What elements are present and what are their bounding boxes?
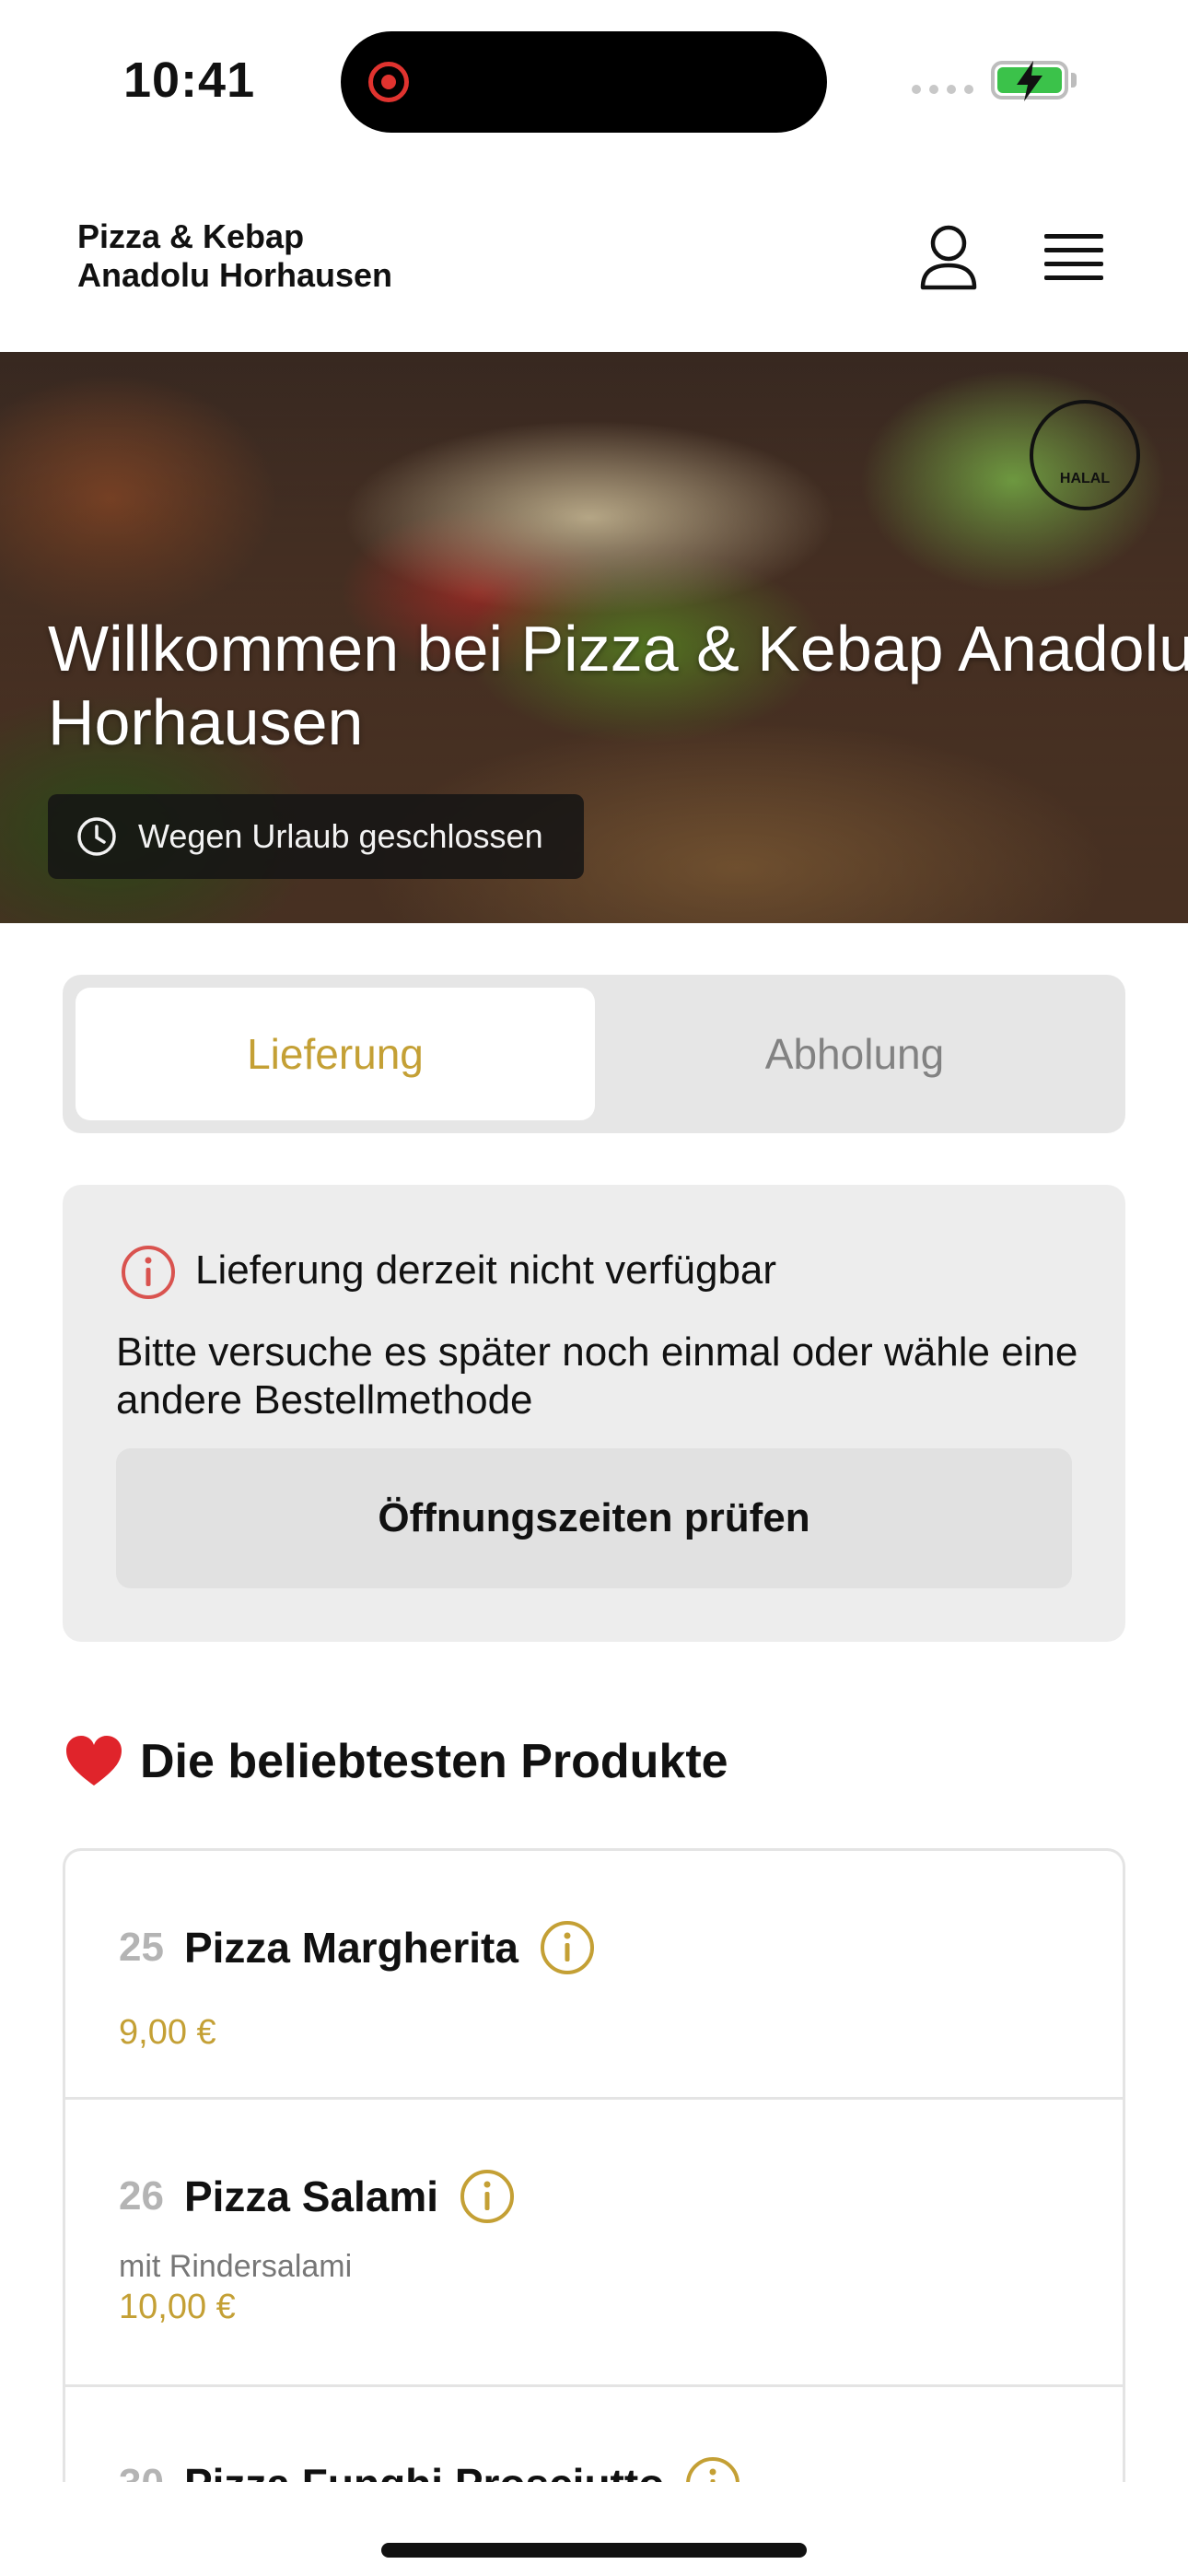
brand-line-2: Anadolu Horhausen [77,256,393,294]
info-alert-icon [122,1246,175,1299]
status-time: 10:41 [123,53,256,108]
order-mode-switch: Lieferung Abholung [63,975,1125,1133]
info-icon[interactable] [539,1919,596,1976]
product-price: 9,00 € [119,2013,216,2052]
halal-badge: HALAL [1030,400,1140,510]
product-item[interactable]: 25 Pizza Margherita 9,00 € [65,1851,1123,2100]
user-icon[interactable] [917,223,980,293]
section-title: Die beliebtesten Produkte [140,1735,728,1788]
hero-title: Willkommen bei Pizza & Kebap Anadolu Hor… [48,613,1188,758]
hamburger-menu-icon[interactable] [1044,234,1103,286]
info-icon[interactable] [459,2168,516,2225]
product-name: Pizza Margherita [183,1924,518,1972]
clock-icon [77,817,116,856]
heart-icon [66,1736,122,1786]
notice-title: Lieferung derzeit nicht verfügbar [195,1247,777,1293]
product-name: Pizza Salami [183,2172,439,2220]
home-indicator[interactable] [381,2543,807,2558]
check-opening-hours-button[interactable]: Öffnungszeiten prüfen [116,1448,1072,1588]
opening-status-badge: Wegen Urlaub geschlossen [48,794,584,879]
hero-banner: HALAL Willkommen bei Pizza & Kebap Anado… [0,352,1188,923]
dynamic-island [341,31,827,133]
delivery-unavailable-notice: Lieferung derzeit nicht verfügbar Bitte … [63,1185,1125,1642]
signal-icon [912,85,973,94]
product-number: 25 [119,1925,164,1970]
restaurant-name[interactable]: Pizza & Kebap Anadolu Horhausen [77,217,392,295]
status-text: Wegen Urlaub geschlossen [138,817,543,855]
recording-indicator-icon [368,62,409,102]
tab-abholung[interactable]: Abholung [595,988,1114,1120]
brand-line-1: Pizza & Kebap [77,217,305,255]
product-price: 10,00 € [119,2288,236,2326]
notice-body: Bitte versuche es später noch einmal ode… [116,1329,1078,1423]
popular-products-header: Die beliebtesten Produkte [64,1734,728,1789]
product-description: mit Rindersalami [119,2249,353,2284]
product-item[interactable]: 26 Pizza Salami mit Rindersalami 10,00 € [65,2100,1123,2387]
tab-lieferung[interactable]: Lieferung [76,988,595,1120]
product-list: 25 Pizza Margherita 9,00 € 26 Pizza Sala… [63,1848,1125,2576]
charging-bolt-icon [1017,61,1042,101]
product-number: 26 [119,2173,164,2219]
bottom-safe-area [0,2482,1188,2576]
status-bar: 10:41 [0,0,1188,157]
app-header: Pizza & Kebap Anadolu Horhausen [0,157,1188,352]
